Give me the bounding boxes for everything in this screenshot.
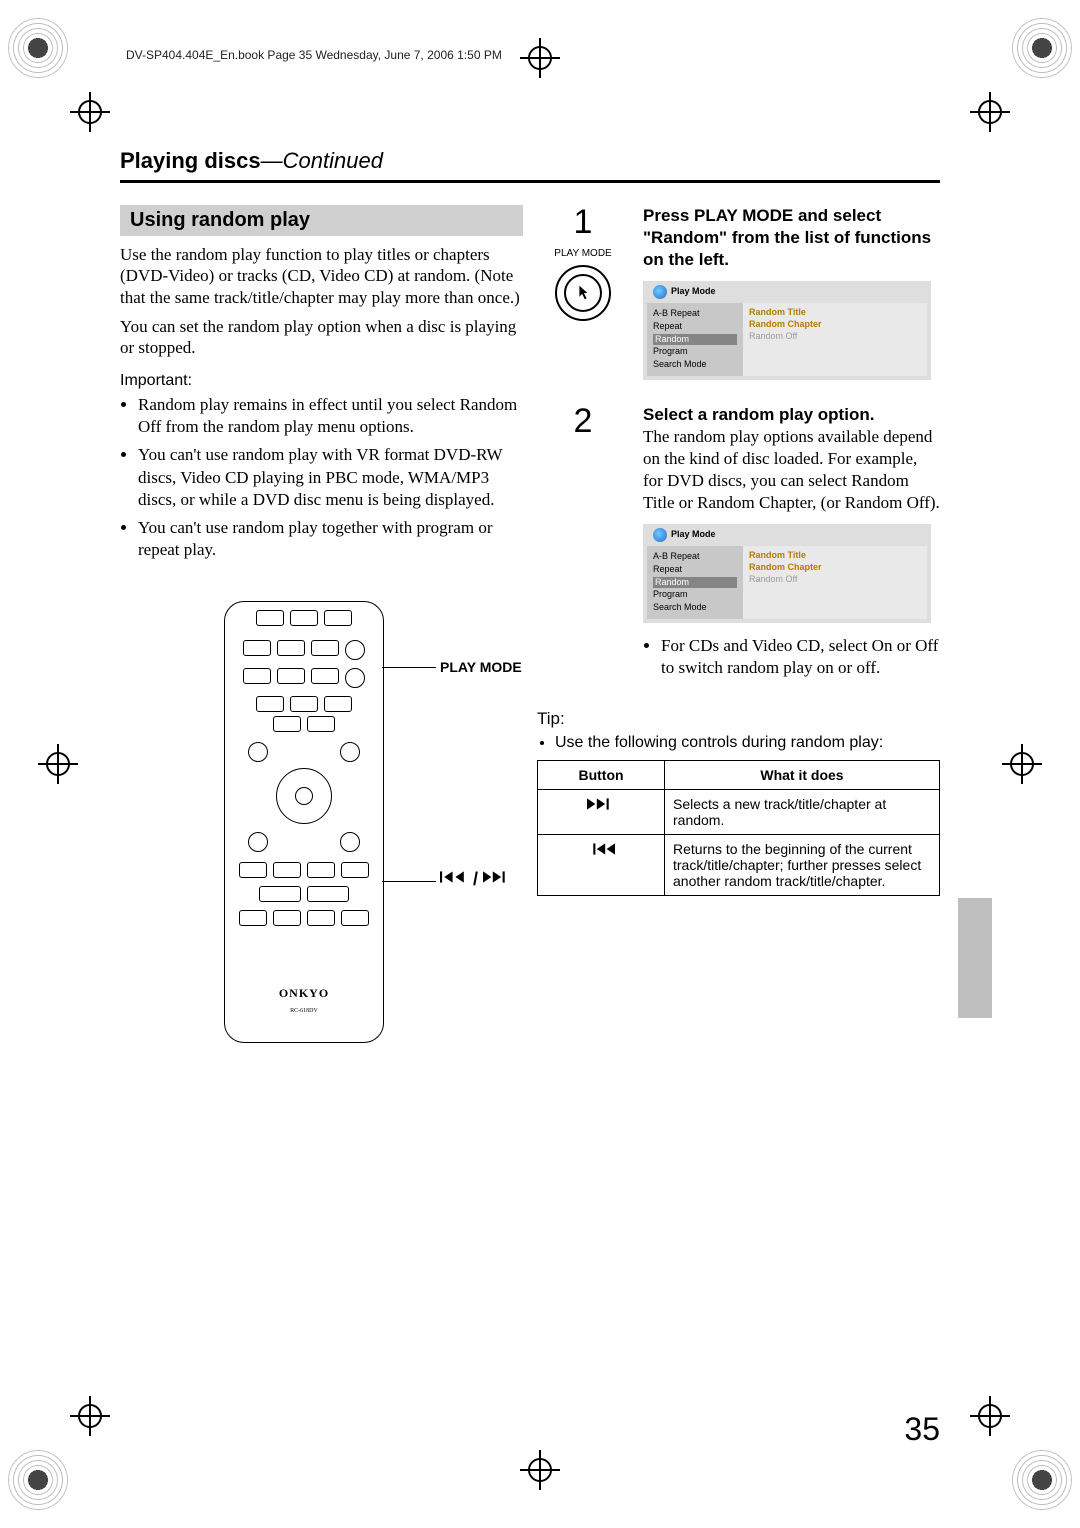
osd-option: Random Chapter <box>749 319 921 331</box>
next-track-icon <box>587 799 615 815</box>
step-body-text: The random play options available depend… <box>643 426 940 514</box>
tip-label: Tip: <box>537 709 940 729</box>
disc-icon <box>653 285 667 299</box>
osd-option: Random Title <box>749 550 921 562</box>
osd-option: Random Chapter <box>749 562 921 574</box>
osd-title: Play Mode <box>671 529 716 541</box>
tip-intro: Use the following controls during random… <box>555 733 940 754</box>
controls-desc: Returns to the beginning of the current … <box>665 834 940 895</box>
disc-icon <box>653 528 667 542</box>
osd-item-selected: Random <box>653 334 737 346</box>
osd-option: Random Title <box>749 307 921 319</box>
osd-item: Repeat <box>653 321 737 333</box>
section-rule <box>120 180 940 183</box>
osd-item: Search Mode <box>653 602 737 614</box>
osd-left-list: A-B Repeat Repeat Random Program Search … <box>647 546 743 618</box>
remote-brand: ONKYO <box>279 986 329 1000</box>
osd-item: Program <box>653 346 737 358</box>
controls-desc: Selects a new track/title/chapter at ran… <box>665 789 940 834</box>
remote-model: RC-618DV <box>290 1008 318 1014</box>
print-reg-cross-bottom <box>520 1450 560 1490</box>
intro-paragraph-1: Use the random play function to play tit… <box>120 244 523 308</box>
osd-play-mode: Play Mode A-B Repeat Repeat Random Progr… <box>643 281 931 379</box>
osd-left-list: A-B Repeat Repeat Random Program Search … <box>647 303 743 375</box>
print-reg-cross-inset-tl <box>70 92 110 132</box>
print-reg-cross-left <box>38 744 78 784</box>
print-reg-cross-inset-bl <box>70 1396 110 1436</box>
prev-track-icon <box>587 844 615 860</box>
osd-option: Random Off <box>749 574 921 586</box>
osd-right-list: Random Title Random Chapter Random Off <box>743 303 927 375</box>
step-extra-bullet: For CDs and Video CD, select On or Off t… <box>661 635 940 679</box>
osd-item-selected: Random <box>653 577 737 589</box>
important-label: Important: <box>120 372 523 390</box>
breadcrumb-title: Playing discs <box>120 148 261 173</box>
table-row: Selects a new track/title/chapter at ran… <box>538 789 940 834</box>
osd-item: A-B Repeat <box>653 308 737 320</box>
osd-option: Random Off <box>749 331 921 343</box>
controls-table: Button What it does Selects a new track/… <box>537 760 940 896</box>
table-row: Returns to the beginning of the current … <box>538 834 940 895</box>
print-reg-cross-inset-tr <box>970 92 1010 132</box>
osd-item: A-B Repeat <box>653 551 737 563</box>
remote-illustration: ONKYO RC-618DV PLAY MODE / <box>120 601 523 1061</box>
step-title: Select a random play option. <box>643 404 940 426</box>
step-number-value: 1 <box>574 203 593 241</box>
osd-play-mode: Play Mode A-B Repeat Repeat Random Progr… <box>643 524 931 622</box>
callout-transport: / <box>440 869 511 890</box>
callout-line-transport <box>382 881 436 882</box>
callout-line-playmode <box>382 667 436 668</box>
print-reg-corner-tr <box>1012 18 1072 78</box>
print-reg-corner-br <box>1012 1450 1072 1510</box>
next-track-icon <box>483 869 511 889</box>
important-item: You can't use random play together with … <box>138 517 523 561</box>
print-reg-corner-bl <box>8 1450 68 1510</box>
intro-paragraph-2: You can set the random play option when … <box>120 316 523 359</box>
step-title: Press PLAY MODE and select "Random" from… <box>643 205 940 271</box>
running-head: DV-SP404.404E_En.book Page 35 Wednesday,… <box>120 48 940 62</box>
prev-track-icon <box>440 869 473 889</box>
osd-title: Play Mode <box>671 286 716 298</box>
pointer-icon <box>574 284 592 302</box>
section-heading: Using random play <box>120 205 523 236</box>
prev-track-icon-cell <box>538 834 665 895</box>
print-reg-cross-inset-br <box>970 1396 1010 1436</box>
thumb-index-tab <box>958 898 992 1018</box>
breadcrumb-continued: —Continued <box>261 148 383 173</box>
step-number-value: 2 <box>574 402 593 440</box>
important-list: Random play remains in effect until you … <box>138 394 523 561</box>
important-item: You can't use random play with VR format… <box>138 444 523 510</box>
callout-playmode: PLAY MODE <box>440 659 522 675</box>
important-item: Random play remains in effect until you … <box>138 394 523 438</box>
step-number: 1 PLAY MODE <box>537 205 629 380</box>
print-reg-corner-tl <box>8 18 68 78</box>
play-mode-button-icon <box>555 265 611 321</box>
osd-item: Search Mode <box>653 359 737 371</box>
step-number: 2 <box>537 404 629 685</box>
breadcrumb: Playing discs—Continued <box>120 148 940 174</box>
osd-right-list: Random Title Random Chapter Random Off <box>743 546 927 618</box>
controls-header-desc: What it does <box>665 760 940 789</box>
osd-item: Program <box>653 589 737 601</box>
page-number: 35 <box>904 1411 940 1448</box>
print-reg-cross-right <box>1002 744 1042 784</box>
next-track-icon-cell <box>538 789 665 834</box>
osd-item: Repeat <box>653 564 737 576</box>
controls-header-button: Button <box>538 760 665 789</box>
step-icon-label: PLAY MODE <box>537 249 629 259</box>
